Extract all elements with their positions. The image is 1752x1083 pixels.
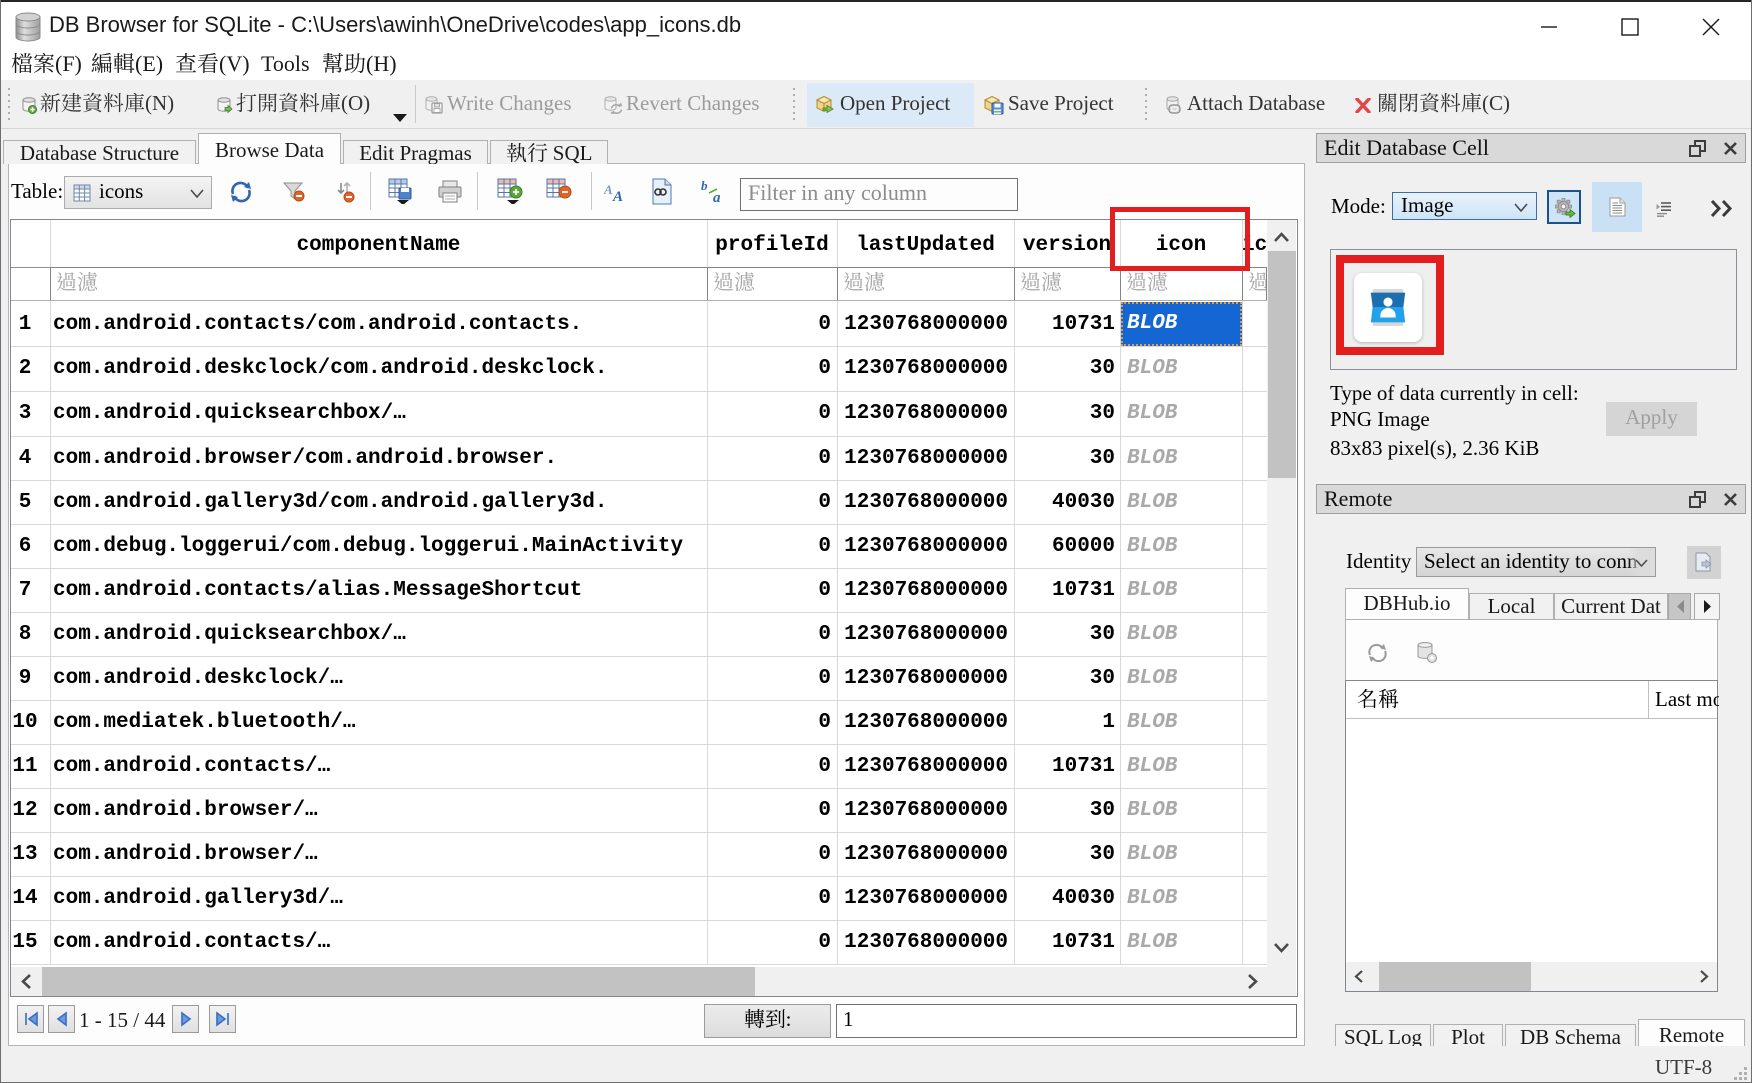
svg-text:a: a — [713, 190, 721, 203]
svg-text:A: A — [612, 189, 623, 202]
svg-text:b: b — [701, 179, 708, 193]
svg-text:A: A — [604, 182, 613, 197]
